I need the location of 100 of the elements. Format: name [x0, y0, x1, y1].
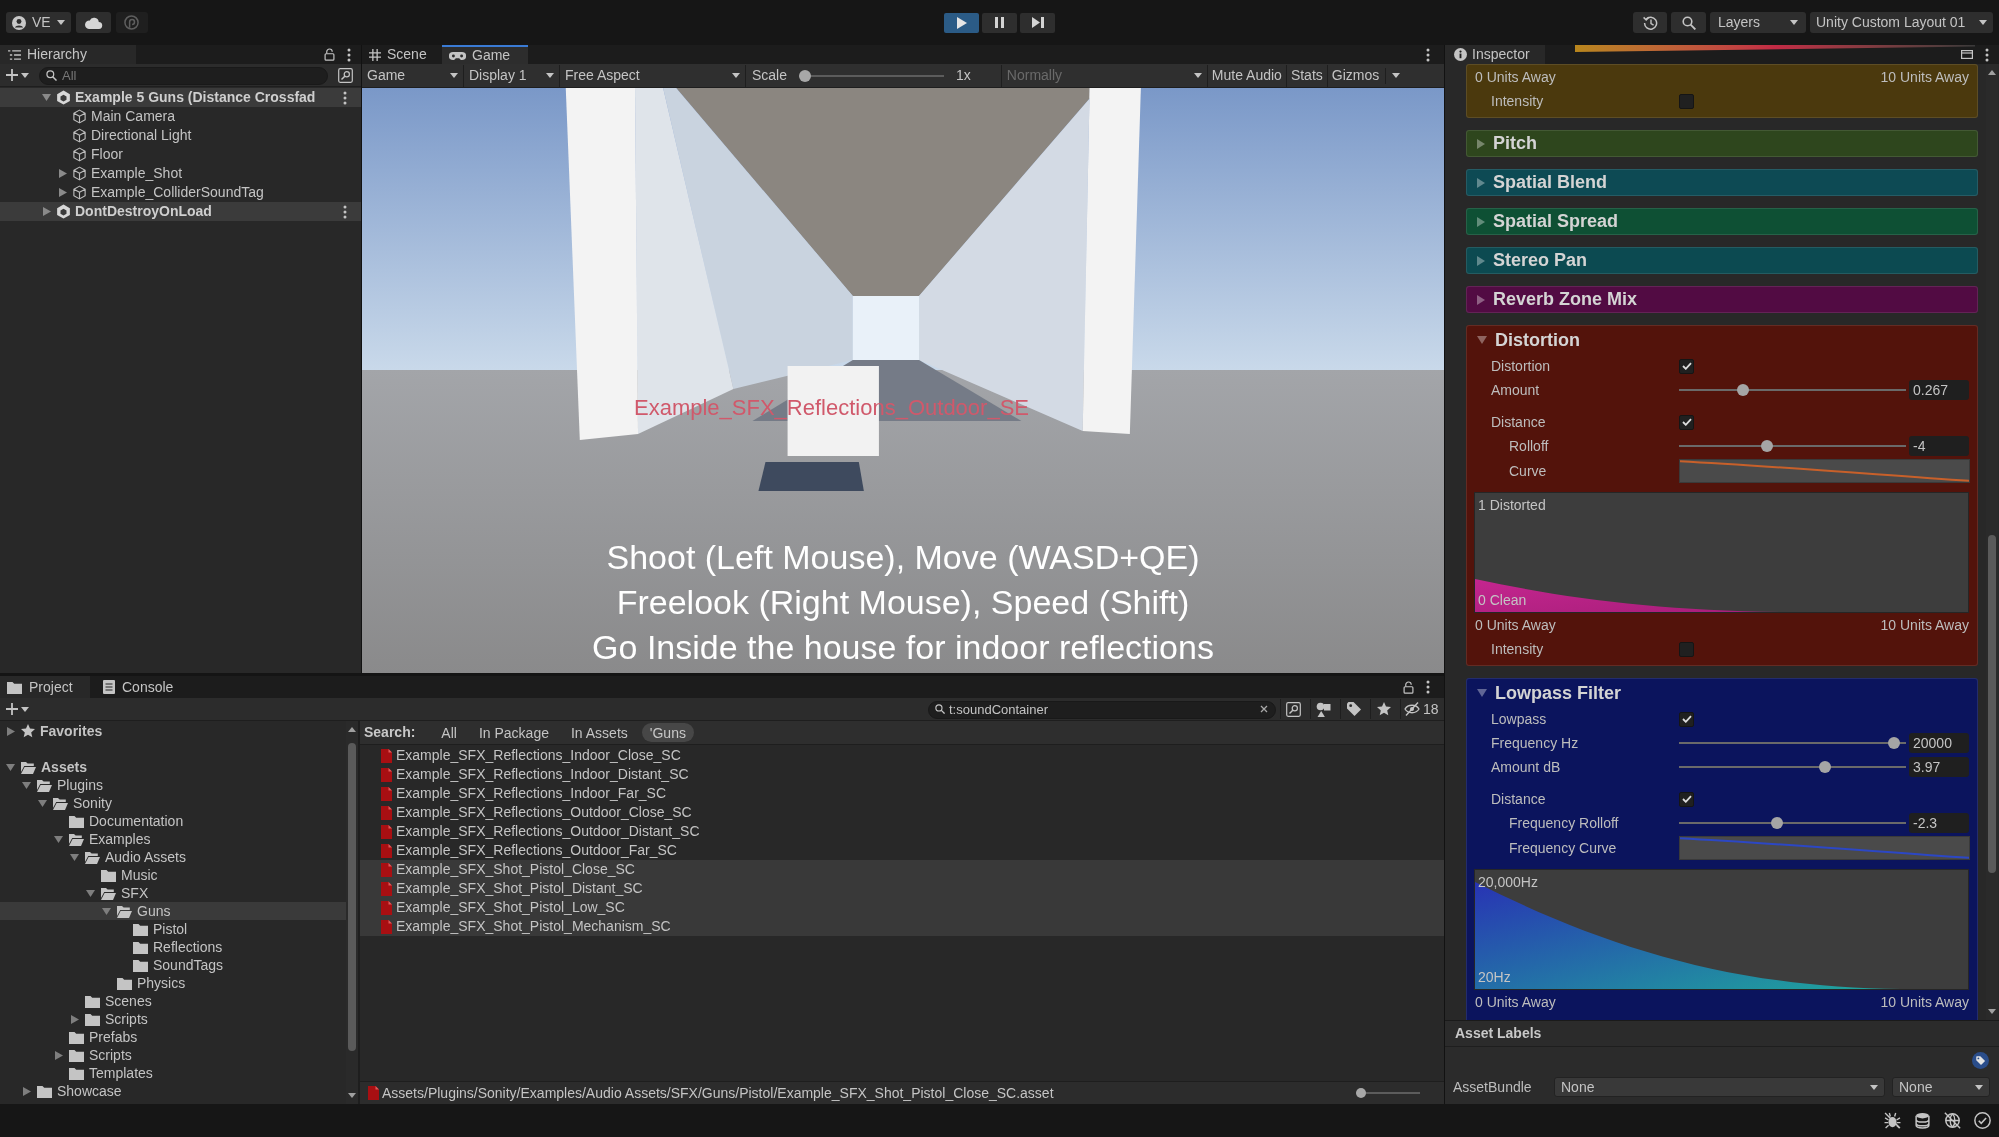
tag-icon[interactable]: [1972, 1051, 1989, 1069]
caret-right-icon[interactable]: [1477, 216, 1485, 227]
toolbar-dropdown[interactable]: Display 1: [464, 64, 560, 87]
folder-item[interactable]: Templates: [0, 1064, 347, 1082]
caret-right-icon[interactable]: [1477, 294, 1485, 305]
search-scope-tab[interactable]: 'Guns: [641, 723, 694, 742]
curve-field[interactable]: [1679, 459, 1970, 483]
caret-down-icon[interactable]: [1477, 689, 1487, 697]
scale-slider-track[interactable]: [799, 69, 945, 82]
add-button[interactable]: [6, 66, 29, 84]
folder-item[interactable]: Scripts: [0, 1010, 347, 1028]
caret-right-icon[interactable]: [23, 1086, 31, 1096]
folder-item[interactable]: Physics: [0, 974, 347, 992]
play-button[interactable]: [944, 12, 979, 33]
search-field[interactable]: All: [39, 66, 328, 85]
section-header[interactable]: Spatial Spread: [1466, 208, 1978, 235]
checkbox[interactable]: [1679, 641, 1694, 657]
number-field[interactable]: 20000: [1909, 733, 1969, 753]
folder-item[interactable]: Showcase: [0, 1082, 347, 1100]
checkbox[interactable]: [1679, 93, 1694, 109]
asset-bundle-dropdown[interactable]: None: [1554, 1077, 1885, 1097]
slider-track[interactable]: [1679, 761, 1906, 773]
clear-icon[interactable]: [1260, 705, 1268, 713]
add-button[interactable]: [6, 700, 29, 718]
file-item[interactable]: Example_SFX_Reflections_Indoor_Close_SC: [360, 746, 1444, 765]
folder-item[interactable]: Plugins: [0, 776, 347, 794]
file-item[interactable]: Example_SFX_Shot_Pistol_Close_SC: [360, 860, 1444, 879]
scroll-up-icon[interactable]: [348, 727, 357, 732]
scrollbar-thumb[interactable]: [348, 743, 357, 1051]
panel-tab[interactable]: Project: [0, 676, 90, 698]
panel-tab[interactable]: Game: [442, 45, 528, 64]
section-header[interactable]: Stereo Pan: [1466, 247, 1978, 274]
kebab-menu-icon[interactable]: [343, 204, 347, 219]
caret-down-icon[interactable]: [22, 781, 31, 789]
search-window-icon[interactable]: [338, 67, 353, 83]
folder-item[interactable]: SoundTags: [0, 956, 347, 974]
caret-down-icon[interactable]: [38, 799, 47, 807]
tree-item[interactable]: Directional Light: [0, 126, 361, 145]
caret-down-icon[interactable]: [1477, 336, 1487, 344]
file-item[interactable]: Example_SFX_Reflections_Outdoor_Close_SC: [360, 803, 1444, 822]
pause-button[interactable]: [982, 12, 1017, 33]
caret-down-icon[interactable]: [6, 763, 15, 771]
caret-right-icon[interactable]: [59, 169, 67, 178]
scroll-down-icon[interactable]: [348, 1093, 357, 1098]
panel-tab[interactable]: Console: [96, 676, 192, 698]
folder-item[interactable]: Scripts: [0, 1046, 347, 1064]
slider-track[interactable]: [1679, 817, 1906, 829]
maximize-icon[interactable]: [1961, 50, 1973, 59]
folder-item[interactable]: Prefabs: [0, 1028, 347, 1046]
caret-down-icon[interactable]: [54, 835, 63, 843]
search-button[interactable]: [1671, 12, 1706, 33]
file-item[interactable]: Example_SFX_Shot_Pistol_Mechanism_SC: [360, 917, 1444, 936]
slider-thumb[interactable]: [1887, 737, 1900, 749]
checkbox[interactable]: [1679, 358, 1694, 374]
curve-field[interactable]: [1679, 836, 1970, 860]
folder-item[interactable]: SFX: [0, 884, 347, 902]
toolbar-button[interactable]: Mute Audio: [1207, 64, 1287, 87]
search-scope-tab[interactable]: In Package: [470, 723, 557, 742]
tree-item[interactable]: Example_Shot: [0, 164, 361, 183]
toolbar-button[interactable]: Stats: [1286, 64, 1328, 87]
file-item[interactable]: Example_SFX_Shot_Pistol_Distant_SC: [360, 879, 1444, 898]
variant-dropdown[interactable]: None: [1892, 1077, 1990, 1097]
toolbar-dropdown[interactable]: Game: [362, 64, 464, 87]
number-field[interactable]: 0.267: [1909, 380, 1969, 400]
section-header[interactable]: Lowpass Filter: [1467, 679, 1977, 707]
kebab-menu-icon[interactable]: [347, 47, 351, 62]
slider-track[interactable]: [1679, 737, 1906, 749]
slider-thumb[interactable]: [799, 69, 812, 82]
section-header[interactable]: Spatial Blend: [1466, 169, 1978, 196]
file-item[interactable]: Example_SFX_Reflections_Indoor_Far_SC: [360, 784, 1444, 803]
tree-item[interactable]: Example_ColliderSoundTag: [0, 183, 361, 202]
folder-item[interactable]: Favorites: [0, 722, 347, 740]
kebab-menu-icon[interactable]: [1985, 47, 1989, 62]
kebab-menu-icon[interactable]: [1426, 680, 1430, 694]
caret-right-icon[interactable]: [59, 188, 67, 197]
caret-down-icon[interactable]: [42, 94, 51, 101]
panel-tab[interactable]: Hierarchy: [0, 45, 136, 64]
caret-down-icon[interactable]: [86, 889, 95, 897]
lock-icon[interactable]: [324, 48, 335, 61]
tree-item[interactable]: Example 5 Guns (Distance Crossfad: [0, 88, 361, 107]
file-item[interactable]: Example_SFX_Shot_Pistol_Low_SC: [360, 898, 1444, 917]
hidden-packages-toggle[interactable]: 18: [1400, 699, 1440, 719]
folder-item[interactable]: Scenes: [0, 992, 347, 1010]
caret-right-icon[interactable]: [1477, 255, 1485, 266]
kebab-menu-icon[interactable]: [1426, 47, 1430, 62]
bug-icon[interactable]: [1884, 1112, 1901, 1129]
folder-item[interactable]: Music: [0, 866, 347, 884]
panel-tab[interactable]: Scene: [362, 45, 442, 64]
section-header[interactable]: Pitch: [1466, 130, 1978, 157]
tree-item[interactable]: Floor: [0, 145, 361, 164]
section-header[interactable]: Distortion: [1467, 326, 1977, 354]
toolbar-dropdown[interactable]: Gizmos: [1327, 64, 1405, 87]
scroll-up-icon[interactable]: [1988, 70, 1996, 75]
kebab-menu-icon[interactable]: [343, 90, 347, 105]
caret-down-icon[interactable]: [102, 907, 111, 915]
slider-thumb[interactable]: [1760, 440, 1773, 452]
number-field[interactable]: -2.3: [1909, 813, 1969, 833]
layers-dropdown[interactable]: Layers: [1710, 12, 1806, 33]
check-circle-icon[interactable]: [1974, 1112, 1991, 1129]
folder-item[interactable]: Pistol: [0, 920, 347, 938]
